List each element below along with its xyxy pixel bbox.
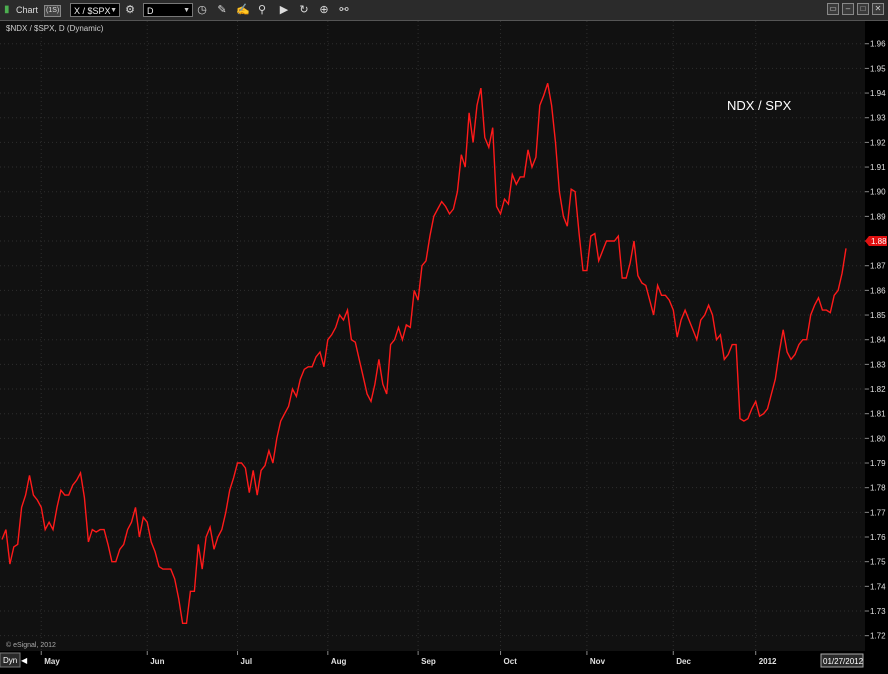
y-tick-label: 1.92 [870, 138, 886, 147]
chart-title-label: Chart [16, 5, 39, 15]
interval-input[interactable]: D ▼ [143, 3, 193, 17]
y-tick-label: 1.76 [870, 533, 886, 542]
symbol-value: X / $SPX [74, 6, 111, 16]
date-badge-label: 01/27/2012 [823, 657, 864, 666]
x-tick-label: Jun [150, 657, 164, 666]
clock-icon[interactable]: ◷ [196, 4, 208, 16]
x-tick-label: Aug [331, 657, 347, 666]
x-tick-label: May [44, 657, 60, 666]
maximize-button[interactable]: □ [857, 3, 869, 15]
line-chart[interactable]: 1.72 1.73 1.74 1.75 1.76 1.77 1.78 1.79 1.80 1.81… [0, 21, 888, 669]
chart-header-label: $NDX / $SPX, D (Dynamic) [6, 24, 104, 33]
restore-window-button[interactable]: ▭ [827, 3, 839, 15]
y-tick-label: 1.90 [870, 188, 886, 197]
pencil-icon[interactable]: ✎ [216, 4, 228, 16]
chart-toolbar: ▮ Chart (1S) X / $SPX ▼ ⚙ D ▼ ◷ ✎ ✍ ⚲ ▶ … [0, 0, 888, 21]
y-tick-label: 1.83 [870, 360, 886, 369]
y-tick-label: 1.80 [870, 434, 886, 443]
chart-window-icon: ▮ [4, 4, 10, 15]
symbol-input[interactable]: X / $SPX ▼ [70, 3, 120, 17]
y-tick-label: 1.91 [870, 163, 886, 172]
y-tick-label: 1.96 [870, 40, 886, 49]
last-price-marker: 1.88 [865, 236, 887, 247]
y-tick-label: 1.72 [870, 632, 886, 641]
chevron-down-icon: ▼ [183, 7, 190, 14]
y-tick-label: 1.89 [870, 212, 886, 221]
y-tick-label: 1.93 [870, 114, 886, 123]
scroll-left-arrow-icon[interactable]: ◀ [21, 656, 28, 665]
x-tick-label: Sep [421, 657, 436, 666]
x-tick-label: Jul [241, 657, 253, 666]
refresh-icon[interactable]: ↻ [298, 4, 310, 16]
interval-value: D [147, 6, 154, 16]
x-tick-label: Dec [676, 657, 691, 666]
y-tick-label: 1.86 [870, 286, 886, 295]
y-tick-label: 1.95 [870, 64, 886, 73]
chart-title: NDX / SPX [727, 98, 792, 113]
y-tick-label: 1.78 [870, 484, 886, 493]
y-tick-label: 1.85 [870, 311, 886, 320]
y-tick-label: 1.74 [870, 582, 886, 591]
gear-icon[interactable]: ⚙ [124, 4, 136, 16]
y-tick-label: 1.75 [870, 558, 886, 567]
chevron-down-icon: ▼ [110, 7, 117, 14]
x-tick-label: Oct [504, 657, 518, 666]
chart-area[interactable]: 1.72 1.73 1.74 1.75 1.76 1.77 1.78 1.79 1.80 1.81… [0, 21, 888, 669]
time-axis-panel [0, 651, 888, 669]
y-tick-label: 1.79 [870, 459, 886, 468]
plot-background [0, 21, 865, 651]
link-icon[interactable]: ⚯ [338, 4, 350, 16]
y-tick-label: 1.82 [870, 385, 886, 394]
zoom-icon[interactable]: ⊕ [318, 4, 330, 16]
play-icon[interactable]: ▶ [278, 4, 290, 16]
x-tick-label: 2012 [759, 657, 777, 666]
y-tick-label: 1.87 [870, 262, 886, 271]
x-tick-label: Nov [590, 657, 606, 666]
chart-link-badge[interactable]: (1S) [44, 5, 62, 17]
y-tick-label: 1.77 [870, 508, 886, 517]
y-tick-label: 1.73 [870, 607, 886, 616]
search-icon[interactable]: ⚲ [256, 4, 268, 16]
minimize-button[interactable]: – [842, 3, 854, 15]
last-price-label: 1.88 [871, 237, 887, 246]
y-tick-label: 1.81 [870, 410, 886, 419]
y-tick-label: 1.94 [870, 89, 886, 98]
dynamic-mode-label: Dyn [3, 656, 17, 665]
copyright-watermark: © eSignal, 2012 [6, 641, 56, 649]
y-tick-label: 1.84 [870, 336, 886, 345]
magic-pen-icon[interactable]: ✍ [236, 4, 250, 16]
close-button[interactable]: ✕ [872, 3, 884, 15]
